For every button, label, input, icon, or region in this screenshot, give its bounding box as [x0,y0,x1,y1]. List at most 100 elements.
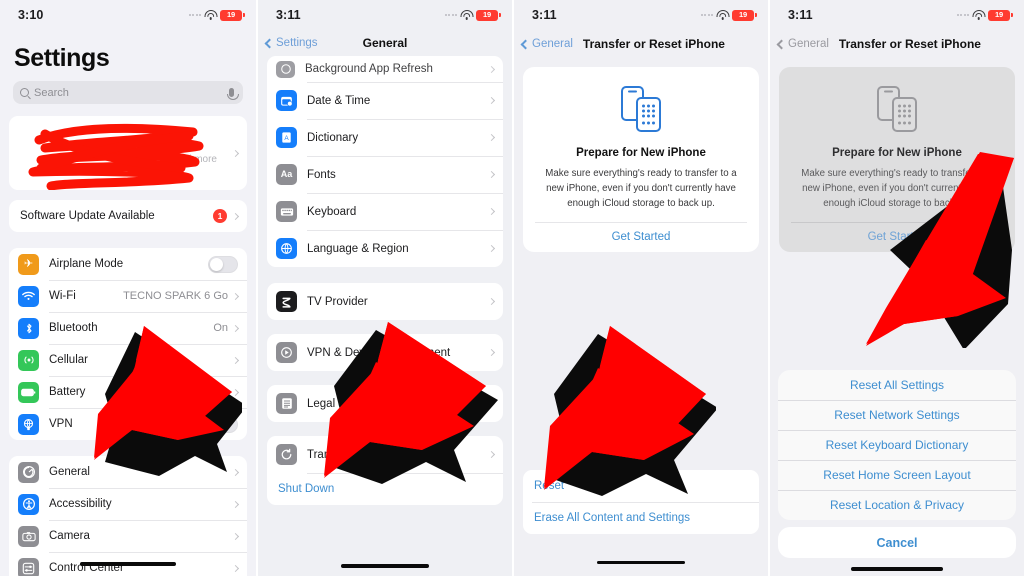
sidebar-item-fonts[interactable]: Aa Fonts [267,156,503,193]
status-indicators: 19 [188,9,245,21]
sidebar-item-vpn-device-management[interactable]: VPN & Device Management [267,334,503,371]
sidebar-item-language-region[interactable]: Language & Region [267,230,503,267]
search-icon [20,88,29,97]
search-input[interactable]: Search [13,81,243,104]
chevron-right-icon [231,388,240,396]
sidebar-item-background-app-refresh[interactable]: Background App Refresh [267,56,503,82]
row-label: Transfer or Reset iPhone [307,448,436,461]
reset-keyboard-dictionary-button[interactable]: Reset Keyboard Dictionary [778,430,1016,460]
battery-icon: 19 [732,9,757,21]
row-label: Keyboard [307,205,357,218]
cancel-button[interactable]: Cancel [778,527,1016,558]
status-bar: 3:10 19 [0,0,256,30]
sidebar-item-cellular[interactable]: Cellular [9,344,247,376]
sidebar-item-tv-provider[interactable]: TV Provider [267,283,503,320]
chevron-right-icon [487,348,496,357]
battery-percent: 19 [483,10,491,20]
get-started-button[interactable]: Get Started [535,222,747,252]
sidebar-item-general[interactable]: General [9,456,247,488]
reset-row[interactable]: Reset [523,470,759,502]
chevron-right-icon [231,292,240,300]
battery-percent: 19 [227,10,235,20]
sidebar-item-dictionary[interactable]: A Dictionary [267,119,503,156]
control-center-icon [18,557,39,576]
reset-location-privacy-button[interactable]: Reset Location & Privacy [778,490,1016,520]
sidebar-item-keyboard[interactable]: Keyboard [267,193,503,230]
status-indicators: 19 [956,9,1013,21]
sidebar-item-wifi[interactable]: Wi-Fi TECNO SPARK 6 Go [9,280,247,312]
home-indicator [80,562,176,566]
sidebar-item-transfer-or-reset[interactable]: Transfer or Reset iPhone [267,436,503,473]
nav-bar: Settings General [258,30,512,56]
panel-reset-action-sheet: 3:11 19 General Transfer or Reset iPhone [768,0,1024,576]
row-label: Background App Refresh [305,63,433,75]
row-label: VPN [49,418,73,430]
page-title: Settings [14,44,110,72]
shut-down-label: Shut Down [278,483,335,495]
apple-id-card[interactable]: d more [9,116,247,190]
shut-down-row[interactable]: Shut Down [267,473,503,505]
svg-text:A: A [284,135,289,142]
vpn-device-icon [276,342,297,363]
chevron-right-icon [231,468,240,476]
chevron-right-icon [231,356,240,364]
chevron-left-icon [776,39,787,49]
status-time: 3:11 [532,8,557,22]
vpn-toggle[interactable] [208,415,238,433]
battery-percent: 19 [739,10,747,20]
home-indicator [597,560,685,564]
microphone-icon[interactable] [226,88,239,100]
sidebar-item-camera[interactable]: Camera [9,520,247,552]
cellular-icon [18,349,39,371]
reset-all-settings-button[interactable]: Reset All Settings [778,370,1016,400]
prepare-for-new-iphone-card: Prepare for New iPhone Make sure everyth… [523,67,759,253]
sidebar-item-legal-regulatory[interactable]: Legal & Regulatory [267,385,503,422]
sidebar-item-date-time[interactable]: Date & Time [267,82,503,119]
chevron-right-icon [487,207,496,216]
get-started-button[interactable]: Get Started [791,222,1003,252]
refresh-icon [276,60,295,78]
airplane-mode-toggle[interactable] [208,255,238,273]
row-label: Camera [49,530,90,542]
back-button[interactable]: Settings [264,37,318,49]
keyboard-icon [276,201,297,222]
row-label: Cellular [49,354,88,366]
vpn-icon [18,413,39,435]
software-update-group: Software Update Available 1 [9,200,247,232]
status-time: 3:10 [18,8,44,22]
action-sheet: Reset All Settings Reset Network Setting… [778,370,1016,558]
row-label: Wi-Fi [49,290,76,302]
signal-dots-icon [444,14,457,16]
gear-icon [18,461,39,483]
home-indicator [851,567,943,571]
sidebar-item-accessibility[interactable]: Accessibility [9,488,247,520]
reset-network-settings-button[interactable]: Reset Network Settings [778,400,1016,430]
software-update-row[interactable]: Software Update Available 1 [9,200,247,232]
row-label: Legal & Regulatory [307,397,405,410]
prepare-card-title: Prepare for New iPhone [576,147,706,159]
sidebar-item-vpn[interactable]: VPN [9,408,247,440]
battery-icon: 19 [220,9,245,21]
status-indicators: 19 [700,9,757,21]
software-update-label: Software Update Available [20,210,155,222]
battery-icon: 19 [988,9,1013,21]
wifi-icon [460,10,473,20]
chevron-right-icon [231,324,240,332]
erase-all-label: Erase All Content and Settings [534,512,690,524]
sidebar-item-bluetooth[interactable]: Bluetooth On [9,312,247,344]
erase-all-content-row[interactable]: Erase All Content and Settings [523,502,759,534]
sidebar-item-battery[interactable]: Battery [9,376,247,408]
search-placeholder: Search [34,86,69,99]
back-button[interactable]: General [520,38,573,50]
accessibility-icon [18,493,39,515]
apple-id-row[interactable]: d more [9,116,247,190]
reset-home-screen-layout-button[interactable]: Reset Home Screen Layout [778,460,1016,490]
chevron-left-icon [520,39,531,49]
status-bar: 3:11 19 [770,0,1024,30]
chevron-left-icon [264,38,275,48]
signal-dots-icon [700,14,713,16]
back-button[interactable]: General [776,38,829,50]
chevron-right-icon [231,149,240,157]
sidebar-item-airplane-mode[interactable]: ✈ Airplane Mode [9,248,247,280]
row-label: Airplane Mode [49,258,124,270]
